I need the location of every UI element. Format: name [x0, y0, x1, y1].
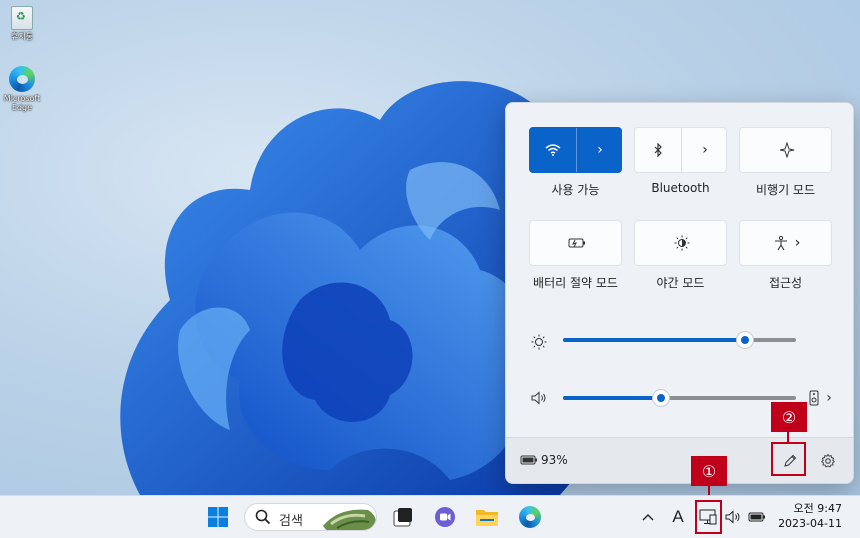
search-placeholder: 검색	[279, 514, 303, 529]
callout-marker-2: ②	[771, 402, 807, 432]
battery-saver-tile[interactable]	[529, 220, 622, 266]
airplane-mode-tile[interactable]	[739, 127, 832, 173]
volume-slider-fill	[563, 396, 661, 400]
tile-label: 접근성	[768, 276, 803, 290]
highlight-box-edit	[771, 442, 806, 476]
chevron-up-icon[interactable]	[638, 505, 658, 529]
task-view-icon[interactable]	[388, 503, 418, 531]
tile-label: 야간 모드	[656, 276, 705, 290]
clock-date: 2023-04-11	[778, 517, 842, 530]
chevron-right-icon[interactable]: ›	[577, 128, 623, 172]
brightness-slider[interactable]	[563, 332, 796, 348]
taskbar: 검색 A 오전 9:47 2023-04-11	[0, 495, 860, 538]
battery-icon	[520, 453, 538, 467]
audio-device-icon[interactable]	[806, 388, 822, 408]
chevron-right-icon[interactable]: ›	[822, 388, 836, 408]
brightness-icon	[528, 331, 550, 353]
desktop-icon-label: 휴지통	[10, 32, 34, 41]
recycle-bin-icon	[11, 6, 33, 30]
file-explorer-icon[interactable]	[472, 503, 502, 531]
edge-icon	[9, 66, 35, 92]
wifi-icon[interactable]	[530, 128, 576, 172]
bluetooth-icon[interactable]	[635, 128, 681, 172]
battery-saver-icon	[530, 221, 623, 265]
search-box[interactable]: 검색	[244, 503, 377, 531]
callout-connector	[787, 432, 789, 442]
tile-label: 배터리 절약 모드	[533, 276, 618, 290]
volume-slider[interactable]	[563, 390, 796, 406]
desktop-icon-edge[interactable]: Microsoft Edge	[0, 66, 44, 112]
ime-indicator[interactable]: A	[668, 504, 688, 530]
start-icon[interactable]	[203, 503, 233, 531]
edge-icon[interactable]	[515, 503, 545, 531]
brightness-slider-fill	[563, 338, 745, 342]
callout-marker-1: ①	[691, 456, 727, 486]
chevron-right-icon[interactable]: ›	[682, 128, 728, 172]
speaker-icon[interactable]	[528, 387, 550, 409]
volume-slider-thumb[interactable]	[653, 390, 669, 406]
volume-icon[interactable]	[722, 505, 744, 529]
airplane-icon	[740, 128, 833, 172]
clock-time: 오전 9:47	[793, 502, 842, 515]
battery-percentage[interactable]: 93%	[541, 453, 568, 467]
brightness-slider-thumb[interactable]	[737, 332, 753, 348]
accessibility-icon: ›	[740, 221, 833, 265]
tile-label: 비행기 모드	[755, 183, 815, 197]
night-light-tile[interactable]	[634, 220, 727, 266]
chevron-right-icon: ›	[794, 235, 801, 251]
accessibility-tile[interactable]: ›	[739, 220, 832, 266]
desktop-icon-recycle-bin[interactable]: 휴지통	[0, 6, 44, 41]
gear-icon[interactable]	[816, 450, 840, 472]
taskbar-clock[interactable]: 오전 9:47 2023-04-11	[778, 501, 842, 531]
battery-tray-icon[interactable]	[746, 505, 768, 529]
tile-label: 사용 가능	[551, 183, 600, 197]
desktop-icon-label: Microsoft Edge	[3, 94, 41, 112]
bluetooth-tile[interactable]: ›	[634, 127, 727, 173]
night-light-icon	[635, 221, 728, 265]
search-highlight-image	[323, 509, 376, 530]
tile-label: Bluetooth	[651, 181, 710, 195]
search-icon	[255, 509, 271, 529]
highlight-box-network	[695, 500, 722, 534]
teams-chat-icon[interactable]	[430, 503, 460, 531]
wifi-tile[interactable]: ›	[529, 127, 622, 173]
